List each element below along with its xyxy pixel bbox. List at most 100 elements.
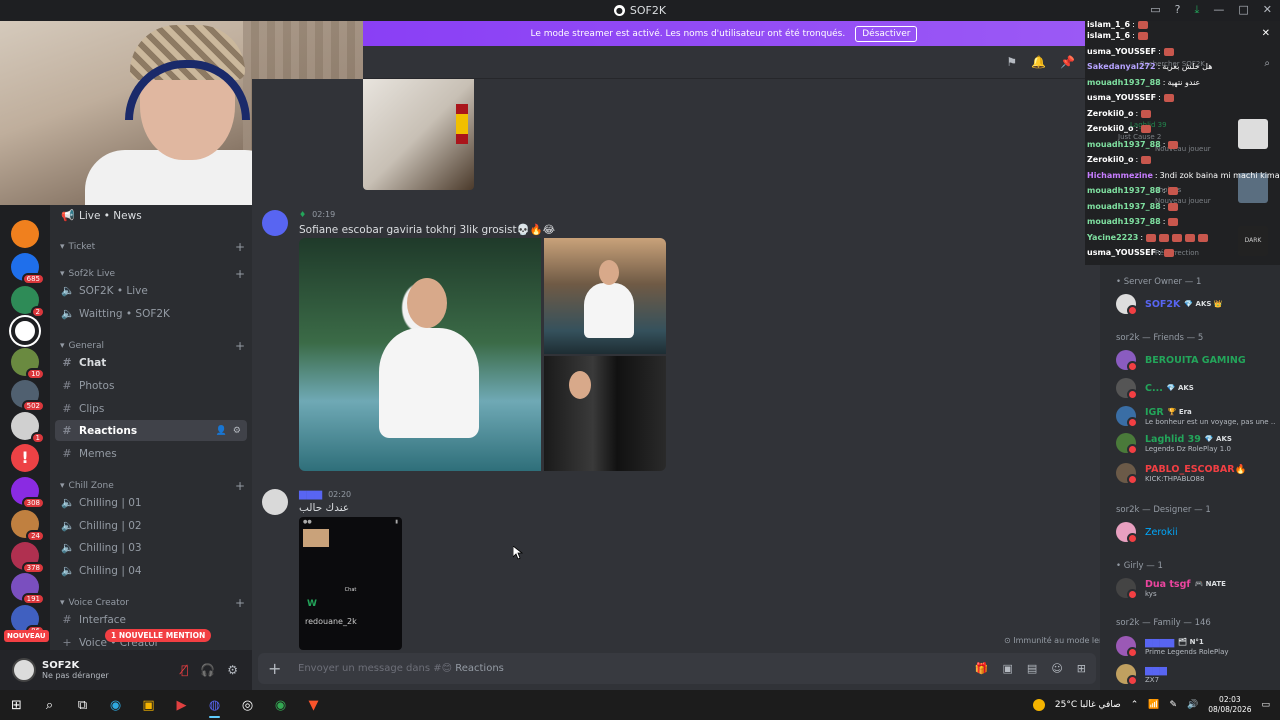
- mute-mic-icon[interactable]: 🎙̸: [181, 663, 188, 677]
- user-settings-gear-icon[interactable]: ⚙: [227, 663, 238, 677]
- volume-icon[interactable]: 🔊: [1187, 700, 1198, 710]
- message-input[interactable]: Envoyer un message dans #😊 Reactions: [298, 663, 504, 674]
- server-icon[interactable]: 86: [11, 605, 45, 637]
- category-chill-zone[interactable]: ▾ Chill Zone +: [60, 479, 245, 493]
- emoji-icon[interactable]: ☺: [1051, 662, 1062, 675]
- channel-reactions[interactable]: # Reactions 👤 ⚙: [55, 420, 247, 441]
- category-general[interactable]: ▾ General +: [60, 339, 245, 353]
- edge-browser-icon[interactable]: ◉: [99, 690, 132, 720]
- member-item[interactable]: ▆▆▆▆ 🗂 N°1 Prime Legends RolePlay: [1116, 634, 1276, 658]
- member-item[interactable]: Dua tsgf 🎮 NATE kys: [1116, 576, 1276, 600]
- gallery-image-1[interactable]: [299, 238, 541, 471]
- gif-icon[interactable]: ▣: [1003, 662, 1013, 675]
- channel-chilling-01[interactable]: 🔈 Chilling | 01: [55, 492, 247, 513]
- server-icon[interactable]: 10: [11, 348, 45, 380]
- add-channel-icon[interactable]: +: [235, 479, 245, 493]
- gift-icon[interactable]: 🎁: [975, 662, 989, 675]
- maximize-icon[interactable]: □: [1238, 3, 1248, 17]
- minimize-icon[interactable]: —: [1213, 3, 1224, 17]
- close-chat-icon[interactable]: ✕: [1262, 28, 1270, 39]
- alert-icon[interactable]: !: [11, 444, 39, 472]
- gallery-image-2[interactable]: [544, 238, 666, 354]
- chrome-icon[interactable]: ◉: [264, 690, 297, 720]
- apps-icon[interactable]: ⊞: [1077, 662, 1086, 675]
- help-icon[interactable]: ?: [1175, 3, 1181, 17]
- server-icon[interactable]: 2: [11, 286, 45, 318]
- attach-plus-icon[interactable]: +: [268, 659, 288, 678]
- inbox-icon[interactable]: ▭: [1150, 3, 1160, 17]
- avatar[interactable]: [262, 210, 288, 236]
- server-icon[interactable]: 191: [11, 573, 45, 605]
- avatar[interactable]: [12, 658, 36, 682]
- tray-overflow-chevron-icon[interactable]: ⌃: [1131, 700, 1139, 710]
- channel-chilling-03[interactable]: 🔈 Chilling | 03: [55, 537, 247, 558]
- category-sof2k-live[interactable]: ▾ Sof2k Live +: [60, 267, 245, 281]
- member-item[interactable]: IGR 🏆 Era Le bonheur est un voyage, pas un…: [1116, 404, 1276, 428]
- channel-chat[interactable]: # Chat: [55, 352, 247, 373]
- headphones-icon[interactable]: 🎧: [200, 663, 215, 677]
- server-icon-active[interactable]: 1: [11, 412, 45, 444]
- server-icon[interactable]: 308: [11, 477, 45, 509]
- member-item[interactable]: SOF2K 💎 AKS 👑: [1116, 292, 1276, 316]
- sticker-icon[interactable]: ▤: [1027, 662, 1037, 675]
- server-icon[interactable]: 502: [11, 380, 45, 412]
- server-icon[interactable]: 685: [11, 253, 45, 285]
- threads-icon[interactable]: ⚑: [1006, 55, 1017, 69]
- channel-memes[interactable]: # Memes: [55, 443, 247, 464]
- pin-icon[interactable]: 📌: [1060, 55, 1075, 69]
- video-app-icon[interactable]: ▶: [165, 690, 198, 720]
- message-text: Sofiane escobar gaviria tokhrj 3lik gros…: [299, 224, 556, 236]
- brave-browser-icon[interactable]: ▼: [297, 690, 330, 720]
- category-ticket[interactable]: ▾ Ticket +: [60, 240, 245, 254]
- channel-chilling-04[interactable]: 🔈 Chilling | 04: [55, 560, 247, 581]
- member-item[interactable]: BEROUITA GAMING: [1116, 348, 1276, 372]
- invite-icon[interactable]: 👤: [216, 426, 227, 436]
- screenshot-attachment[interactable]: ●● ▮ Chat W redouane_2k: [299, 517, 402, 650]
- member-item[interactable]: Laghlid 39 💎 AKS Legends Dz RolePlay 1.0: [1116, 431, 1276, 455]
- member-item[interactable]: C... 💎 AKS: [1116, 376, 1276, 400]
- search-icon[interactable]: ⌕: [1264, 58, 1270, 69]
- download-icon[interactable]: ⤓: [1195, 3, 1200, 17]
- search-icon[interactable]: ⌕: [33, 690, 66, 720]
- task-view-icon[interactable]: ⧉: [66, 690, 99, 720]
- new-mention-pill[interactable]: 1 NOUVELLE MENTION: [105, 629, 212, 642]
- settings-gear-icon[interactable]: ⚙: [233, 426, 241, 436]
- taskbar-clock[interactable]: 02:03 08/08/2026: [1208, 695, 1251, 715]
- close-window-icon[interactable]: ✕: [1263, 3, 1272, 17]
- avatar[interactable]: [262, 489, 288, 515]
- add-channel-icon[interactable]: +: [235, 596, 245, 610]
- obs-icon[interactable]: ◎: [231, 690, 264, 720]
- channel-interface[interactable]: # Interface: [55, 609, 247, 630]
- notification-center-icon[interactable]: ▭: [1261, 700, 1270, 710]
- category-voice-creator[interactable]: ▾ Voice Creator +: [60, 596, 245, 610]
- channel-sof2k-live[interactable]: 🔈 SOF2K • Live: [55, 280, 247, 301]
- message-image-attachment[interactable]: [363, 79, 474, 190]
- disable-streamer-mode-button[interactable]: Désactiver: [855, 25, 918, 42]
- channel-waitting[interactable]: 🔈 Waitting • SOF2K: [55, 303, 247, 324]
- wifi-icon[interactable]: 📶: [1148, 700, 1159, 710]
- channel-live-news[interactable]: 📢 Live • News: [55, 205, 247, 226]
- start-windows-icon[interactable]: ⊞: [0, 690, 33, 720]
- member-item[interactable]: Zerokii: [1116, 520, 1276, 544]
- server-icon[interactable]: [11, 220, 39, 248]
- server-icon[interactable]: 24: [11, 510, 45, 542]
- pen-icon[interactable]: ✎: [1169, 700, 1177, 710]
- discord-taskbar-icon[interactable]: ◍: [198, 690, 231, 720]
- channel-chilling-02[interactable]: 🔈 Chilling | 02: [55, 515, 247, 536]
- message-composer[interactable]: + Envoyer un message dans #😊 Reactions 🎁…: [258, 653, 1096, 684]
- store-icon[interactable]: ▣: [132, 690, 165, 720]
- notification-bell-icon[interactable]: 🔔: [1031, 55, 1046, 69]
- add-channel-icon[interactable]: +: [235, 339, 245, 353]
- weather-text[interactable]: 25°C صافي غالبا: [1055, 700, 1121, 710]
- channel-clips[interactable]: # Clips: [55, 398, 247, 419]
- channel-photos[interactable]: # Photos: [55, 375, 247, 396]
- server-icon[interactable]: 378: [11, 542, 45, 574]
- message-author[interactable]: ▆▆▆: [299, 489, 322, 500]
- member-item[interactable]: ▆▆▆ ZX7: [1116, 662, 1276, 686]
- server-icon[interactable]: [11, 317, 39, 345]
- member-item[interactable]: PABLO_ESCOBAR🔥 KICK:THPABLO88: [1116, 461, 1276, 485]
- gallery-image-3[interactable]: [544, 356, 666, 471]
- add-channel-icon[interactable]: +: [235, 267, 245, 281]
- new-server-badge[interactable]: NOUVEAU: [4, 630, 49, 642]
- add-channel-icon[interactable]: +: [235, 240, 245, 254]
